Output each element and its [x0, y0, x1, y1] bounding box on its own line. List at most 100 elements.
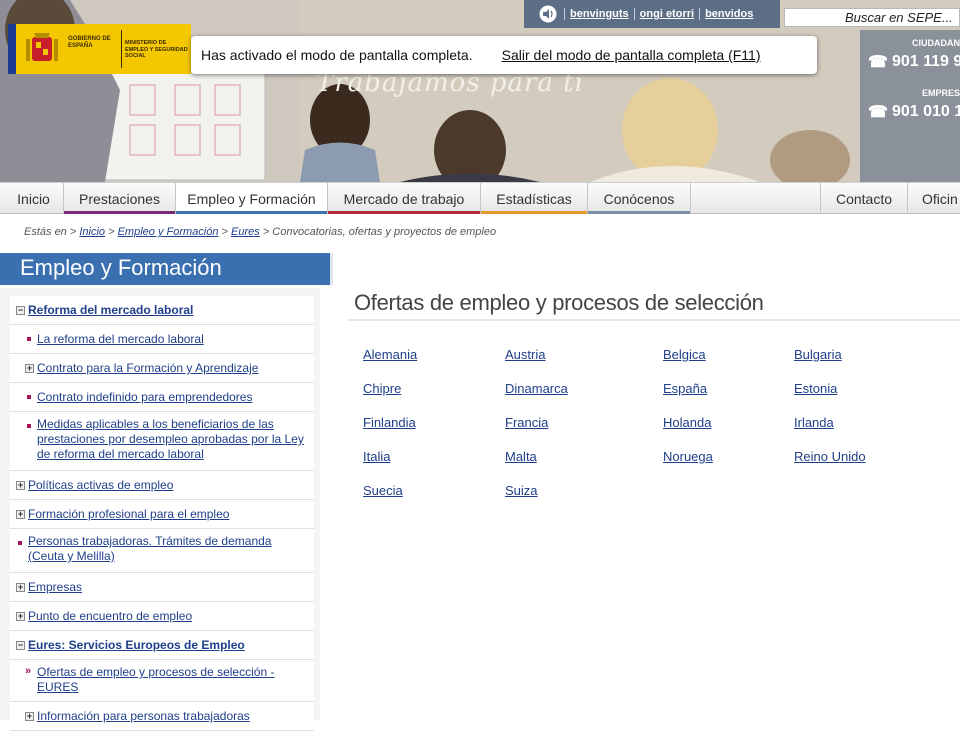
breadcrumb-link-eures[interactable]: Eures: [231, 226, 260, 238]
sidebar-item-label[interactable]: Empresas: [28, 580, 306, 595]
expand-icon[interactable]: +: [16, 612, 25, 621]
sidebar-item-label[interactable]: Formación profesional para el empleo: [28, 507, 306, 522]
language-link-galician[interactable]: benvidos: [699, 8, 758, 20]
page-title: Ofertas de empleo y procesos de selecció…: [354, 290, 764, 315]
sidebar-item-label[interactable]: Punto de encuentro de empleo: [28, 609, 306, 624]
nav-item-conocenos[interactable]: Conócenos: [588, 183, 691, 214]
sidebar-item-empresas[interactable]: + Empresas: [10, 573, 314, 602]
citizen-phone-label: CIUDADAN: [912, 38, 960, 48]
sidebar-item-label[interactable]: Contrato indefinido para emprendedores: [37, 390, 306, 405]
country-link[interactable]: Austria: [505, 347, 545, 362]
expand-icon[interactable]: +: [16, 583, 25, 592]
nav-item-estadisticas[interactable]: Estadísticas: [481, 183, 588, 214]
breadcrumb-link-empleo[interactable]: Empleo y Formación: [118, 226, 219, 238]
search-input[interactable]: Buscar en SEPE...: [784, 8, 960, 27]
nav-item-inicio[interactable]: Inicio: [4, 183, 64, 214]
fullscreen-notification: Has activado el modo de pantalla complet…: [191, 36, 817, 74]
breadcrumb-link-inicio[interactable]: Inicio: [79, 226, 105, 238]
nav-label: Estadísticas: [496, 190, 572, 207]
breadcrumb: Estás en > Inicio > Empleo y Formación >…: [24, 226, 497, 238]
collapse-icon[interactable]: −: [16, 306, 25, 315]
sidebar-item-label[interactable]: Personas trabajadoras. Trámites de deman…: [28, 534, 306, 564]
country-link[interactable]: Finlandia: [363, 415, 416, 430]
main-navigation: Inicio Prestaciones Empleo y Formación M…: [0, 182, 960, 214]
country-link[interactable]: Estonia: [794, 381, 837, 396]
nav-label: Inicio: [17, 190, 50, 207]
country-link[interactable]: Malta: [505, 449, 537, 464]
sidebar-item-label[interactable]: Eures: Servicios Europeos de Empleo: [28, 638, 306, 653]
sidebar-item-label[interactable]: Información para personas trabajadoras: [37, 709, 306, 724]
speaker-icon[interactable]: [538, 5, 560, 23]
citizen-phone-value: 901 119 99: [891, 53, 960, 70]
nav-label: Prestaciones: [79, 190, 160, 207]
country-link[interactable]: Belgica: [663, 347, 706, 362]
sidebar-item-ofertas-eures[interactable]: » Ofertas de empleo y procesos de selecc…: [10, 660, 314, 702]
sidebar-item-label[interactable]: Políticas activas de empleo: [28, 478, 306, 493]
fullscreen-message: Has activado el modo de pantalla complet…: [201, 47, 473, 63]
breadcrumb-current: > Convocatorias, ofertas y proyectos de …: [262, 226, 497, 238]
logo-ministry-text: MINISTERIO DE EMPLEO Y SEGURIDAD SOCIAL: [125, 40, 188, 59]
breadcrumb-prefix: Estás en >: [24, 226, 77, 238]
sidebar-item-contrato-formacion[interactable]: + Contrato para la Formación y Aprendiza…: [10, 354, 314, 383]
country-link[interactable]: Alemania: [363, 347, 417, 362]
country-link[interactable]: Bulgaria: [794, 347, 842, 362]
expand-icon[interactable]: +: [25, 364, 34, 373]
country-link[interactable]: Irlanda: [794, 415, 834, 430]
nav-label: Conócenos: [603, 190, 675, 207]
country-link[interactable]: Suecia: [363, 483, 403, 498]
bullet-icon: [27, 424, 31, 428]
double-chevron-icon: »: [25, 665, 32, 677]
phone-icon: ☎: [868, 104, 888, 121]
sidebar-item-personas-trabajadoras[interactable]: Personas trabajadoras. Trámites de deman…: [10, 529, 314, 573]
expand-icon[interactable]: +: [16, 481, 25, 490]
country-link[interactable]: Italia: [363, 449, 390, 464]
bullet-icon: [27, 395, 31, 399]
country-link[interactable]: Holanda: [663, 415, 711, 430]
nav-label: Oficin: [922, 190, 958, 207]
nav-item-contacto[interactable]: Contacto: [820, 183, 908, 214]
citizen-phone-number: ☎ 901 119 99: [868, 52, 960, 72]
sidebar-item-politicas-activas[interactable]: + Políticas activas de empleo: [10, 471, 314, 500]
sidebar-item-punto-encuentro[interactable]: + Punto de encuentro de empleo: [10, 602, 314, 631]
title-divider: [348, 319, 960, 321]
business-phone-number: ☎ 901 010 12: [868, 102, 960, 122]
expand-icon[interactable]: +: [16, 510, 25, 519]
sidebar-item-medidas[interactable]: Medidas aplicables a los beneficiarios d…: [10, 412, 314, 471]
sidebar-item-label[interactable]: Medidas aplicables a los beneficiarios d…: [37, 417, 306, 462]
country-link[interactable]: Reino Unido: [794, 449, 866, 464]
sidebar-item-contrato-indefinido[interactable]: Contrato indefinido para emprendedores: [10, 383, 314, 412]
country-link[interactable]: Francia: [505, 415, 548, 430]
language-link-basque[interactable]: ongi etorri: [633, 8, 699, 20]
country-link[interactable]: Chipre: [363, 381, 401, 396]
nav-item-oficinas[interactable]: Oficin: [908, 183, 960, 214]
language-link-catalan[interactable]: benvinguts: [564, 8, 634, 20]
nav-item-empleo-formacion[interactable]: Empleo y Formación: [176, 183, 328, 214]
government-logo[interactable]: GOBIERNO DE ESPAÑA MINISTERIO DE EMPLEO …: [8, 24, 191, 74]
country-link[interactable]: España: [663, 381, 707, 396]
nav-item-prestaciones[interactable]: Prestaciones: [64, 183, 176, 214]
nav-color-bar: [481, 211, 587, 214]
sidebar-item-label[interactable]: Contrato para la Formación y Aprendizaje: [37, 361, 306, 376]
sidebar-item-label[interactable]: Ofertas de empleo y procesos de selecció…: [37, 665, 306, 695]
country-link[interactable]: Suiza: [505, 483, 538, 498]
bullet-icon: [18, 541, 22, 545]
business-phone-label: EMPRES: [921, 88, 960, 98]
sidebar-item-info-trabajadoras[interactable]: + Información para personas trabajadoras: [10, 702, 314, 731]
sidebar-item-label[interactable]: Reforma del mercado laboral: [28, 303, 306, 318]
bullet-icon: [27, 337, 31, 341]
sidebar-item-la-reforma[interactable]: La reforma del mercado laboral: [10, 325, 314, 354]
sidebar-item-reforma[interactable]: − Reforma del mercado laboral: [10, 296, 314, 325]
coat-of-arms-icon: [26, 33, 58, 61]
country-link[interactable]: Noruega: [663, 449, 713, 464]
country-link[interactable]: Dinamarca: [505, 381, 568, 396]
sidebar-item-eures[interactable]: − Eures: Servicios Europeos de Empleo: [10, 631, 314, 660]
nav-color-bar: [176, 211, 327, 214]
sidebar-item-label[interactable]: La reforma del mercado laboral: [37, 332, 306, 347]
exit-fullscreen-link[interactable]: Salir del modo de pantalla completa (F11…: [502, 47, 761, 63]
logo-divider: [121, 30, 122, 68]
nav-label: Mercado de trabajo: [343, 190, 465, 207]
collapse-icon[interactable]: −: [16, 641, 25, 650]
sidebar-item-formacion-profesional[interactable]: + Formación profesional para el empleo: [10, 500, 314, 529]
nav-color-bar: [328, 211, 480, 214]
nav-item-mercado-trabajo[interactable]: Mercado de trabajo: [328, 183, 481, 214]
